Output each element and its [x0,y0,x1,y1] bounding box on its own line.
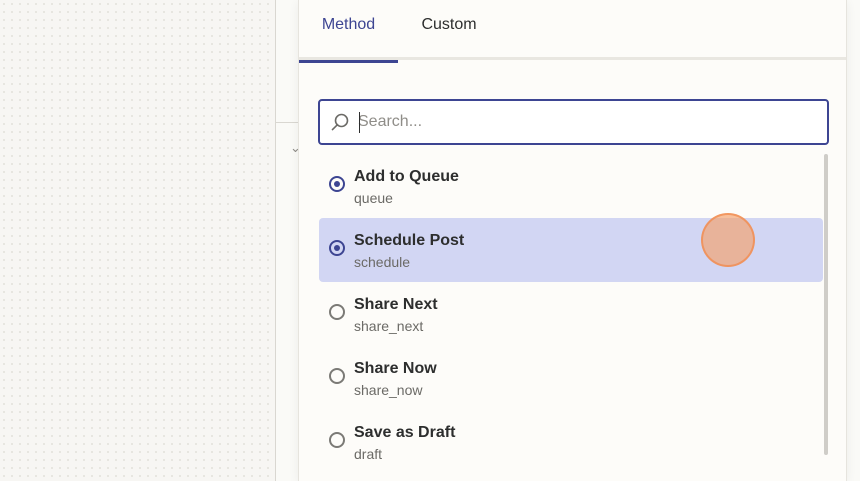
option-value: queue [354,190,393,206]
method-dropdown-popover: Method Custom Add to Queue queue Schedul… [298,0,847,481]
option-label: Share Now [354,360,437,377]
option-share-now[interactable]: Share Now share_now [319,346,823,410]
option-label: Schedule Post [354,232,465,249]
radio-button[interactable] [329,240,345,256]
search-icon [331,113,349,131]
option-value: schedule [354,254,411,270]
radio-button[interactable] [329,368,345,384]
scrollbar[interactable] [824,154,828,455]
radio-button[interactable] [329,176,345,192]
search-input[interactable] [358,101,818,143]
option-schedule-post[interactable]: Schedule Post schedule [319,218,823,282]
tab-custom[interactable]: Custom [409,0,489,60]
option-label: Share Next [354,296,438,313]
radio-button[interactable] [329,304,345,320]
tab-method[interactable]: Method [299,0,398,63]
option-save-as-draft[interactable]: Save as Draft draft [319,410,823,474]
side-panel-divider [276,122,298,123]
option-label: Save as Draft [354,424,456,441]
option-value: draft [354,446,383,462]
option-list: Add to Queue queue Schedule Post schedul… [319,154,823,481]
option-label: Add to Queue [354,168,459,185]
option-value: share_next [354,318,424,334]
option-value: share_now [354,382,423,398]
option-share-next[interactable]: Share Next share_next [319,282,823,346]
option-add-to-queue[interactable]: Add to Queue queue [319,154,823,218]
text-caret [359,112,360,133]
search-box[interactable] [318,99,829,145]
tab-bar: Method Custom [299,0,846,63]
radio-button[interactable] [329,432,345,448]
